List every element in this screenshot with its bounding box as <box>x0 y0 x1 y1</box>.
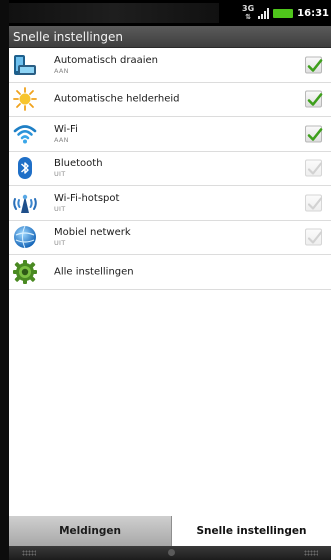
check-icon <box>307 231 323 244</box>
setting-status: UIT <box>54 204 66 213</box>
brightness-sun-icon <box>12 86 38 112</box>
mobile-network-globe-icon <box>12 224 38 250</box>
clock: 16:31 <box>297 7 329 19</box>
tab-quick-settings[interactable]: Snelle instellingen <box>172 516 331 546</box>
setting-title: Wi-Fi <box>54 123 78 135</box>
notification-area <box>9 3 219 23</box>
battery-icon <box>273 8 294 18</box>
gear-icon <box>12 259 38 285</box>
setting-status: UIT <box>54 170 66 179</box>
auto-rotate-checkbox[interactable] <box>305 56 323 74</box>
mobile-network-checkbox[interactable] <box>305 228 323 246</box>
setting-mobile-network[interactable]: Mobiel netwerk UIT <box>9 221 331 255</box>
setting-auto-rotate[interactable]: Automatisch draaien AAN <box>9 48 331 83</box>
setting-title: Alle instellingen <box>54 266 134 278</box>
signal-strength-icon <box>258 7 270 19</box>
grip-dots-icon <box>22 550 36 556</box>
wifi-hotspot-checkbox[interactable] <box>305 194 323 212</box>
setting-title: Mobiel netwerk <box>54 227 131 239</box>
quick-settings-list: Automatisch draaien AAN Automatische hel… <box>9 48 331 516</box>
wifi-icon <box>12 121 38 147</box>
status-bar: 3G ⇅ 16:31 <box>9 0 331 26</box>
setting-title: Wi-Fi-hotspot <box>54 192 120 204</box>
check-icon <box>307 127 323 141</box>
setting-wifi[interactable]: Wi-Fi AAN <box>9 117 331 152</box>
wifi-hotspot-icon <box>12 190 38 216</box>
rotate-screen-icon <box>12 52 38 78</box>
setting-title: Bluetooth <box>54 158 103 170</box>
setting-title: Automatische helderheid <box>54 93 180 105</box>
page-title: Snelle instellingen <box>9 26 331 48</box>
setting-auto-brightness[interactable]: Automatische helderheid <box>9 83 331 117</box>
bluetooth-icon <box>12 155 38 181</box>
data-activity-arrows: ⇅ <box>245 13 252 21</box>
check-icon <box>307 58 323 72</box>
setting-status: AAN <box>54 66 69 75</box>
tab-notifications[interactable]: Meldingen <box>9 516 172 546</box>
wifi-checkbox[interactable] <box>305 125 323 143</box>
all-settings-link[interactable]: Alle instellingen <box>9 255 331 290</box>
check-icon <box>307 197 323 210</box>
setting-status: UIT <box>54 239 66 248</box>
setting-bluetooth[interactable]: Bluetooth UIT <box>9 152 331 186</box>
setting-wifi-hotspot[interactable]: Wi-Fi-hotspot UIT <box>9 186 331 221</box>
auto-brightness-checkbox[interactable] <box>305 90 323 108</box>
check-icon <box>307 162 323 175</box>
network-type-label: 3G <box>242 4 255 13</box>
handle-dot-icon <box>168 549 175 556</box>
check-icon <box>307 93 323 107</box>
grip-dots-icon <box>304 550 318 556</box>
phone-screen: 3G ⇅ 16:31 Snelle instellingen Automatis… <box>0 0 331 560</box>
network-type-indicator: 3G ⇅ <box>242 4 255 22</box>
setting-status: AAN <box>54 135 69 144</box>
notification-drawer-handle[interactable] <box>9 546 331 560</box>
setting-title: Automatisch draaien <box>54 54 158 66</box>
bluetooth-checkbox[interactable] <box>305 159 323 177</box>
bottom-tabs: Meldingen Snelle instellingen <box>9 516 331 546</box>
